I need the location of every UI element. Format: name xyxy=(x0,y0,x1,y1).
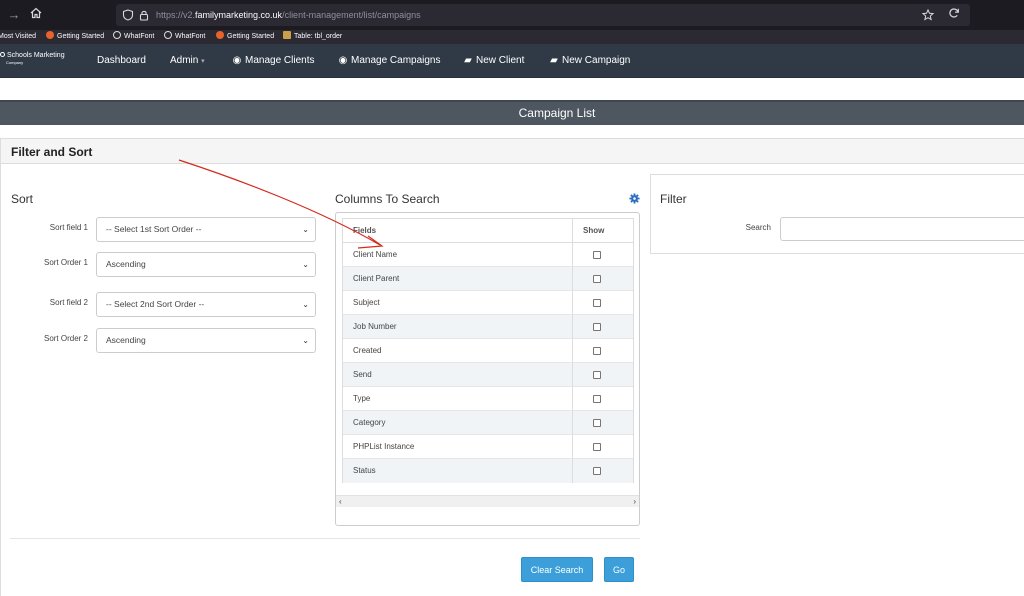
chevron-down-icon: ⌄ xyxy=(302,260,309,269)
field-name: Send xyxy=(342,362,573,387)
clear-search-button[interactable]: Clear Search xyxy=(521,557,593,582)
sort-order-1-select[interactable]: Ascending ⌄ xyxy=(96,252,316,277)
show-checkbox[interactable] xyxy=(593,322,601,331)
bookmark-whatfont-2[interactable]: WhatFont xyxy=(164,30,205,44)
show-checkbox[interactable] xyxy=(593,467,601,476)
nav-new-campaign[interactable]: ▰ New Campaign xyxy=(549,44,630,78)
search-label: Search xyxy=(745,223,771,232)
app-navbar: Schools Marketing Company Dashboard Admi… xyxy=(0,44,1024,78)
search-input[interactable] xyxy=(780,217,1024,241)
page-header-bar: Campaign List xyxy=(0,100,1024,125)
nav-manage-campaigns[interactable]: ◉ Manage Campaigns xyxy=(338,44,441,78)
show-checkbox[interactable] xyxy=(593,274,601,283)
go-button[interactable]: Go xyxy=(604,557,634,582)
filter-panel xyxy=(650,174,1024,254)
reload-icon[interactable] xyxy=(946,7,962,23)
url-text: https://v2.familymarketing.co.uk/client-… xyxy=(156,10,421,20)
lock-icon[interactable] xyxy=(138,8,152,22)
field-name: Subject xyxy=(342,290,573,315)
chevron-down-icon: ⌄ xyxy=(302,336,309,345)
horizontal-scrollbar[interactable]: ‹ › xyxy=(336,495,639,507)
browser-toolbar: → https://v2.familymarketing.co.uk/clien… xyxy=(0,0,1024,30)
firefox-icon xyxy=(46,31,54,39)
sort-order-1-label: Sort Order 1 xyxy=(43,258,88,267)
show-checkbox[interactable] xyxy=(593,370,601,379)
caret-down-icon: ▾ xyxy=(201,58,205,65)
nav-dashboard[interactable]: Dashboard xyxy=(97,44,146,78)
bookmark-whatfont[interactable]: WhatFont xyxy=(113,30,154,44)
field-name: Created xyxy=(342,338,573,363)
folder-open-icon: ▰ xyxy=(550,55,558,66)
globe-icon xyxy=(113,31,121,39)
table-row: Created xyxy=(342,338,634,363)
filter-section-title: Filter xyxy=(660,192,687,206)
field-name: Client Name xyxy=(342,242,573,267)
show-checkbox[interactable] xyxy=(593,442,601,451)
user-circle-icon: ◉ xyxy=(338,55,348,66)
sort-field-1-label: Sort field 1 xyxy=(49,223,88,232)
gear-icon[interactable] xyxy=(629,193,640,204)
home-icon[interactable] xyxy=(28,7,44,23)
field-name: PHPList Instance xyxy=(342,434,573,459)
table-row: Client Name xyxy=(342,242,634,267)
table-row: Subject xyxy=(342,290,634,315)
globe-icon xyxy=(164,31,172,39)
field-name: Job Number xyxy=(342,314,573,339)
brand-logo[interactable]: Schools Marketing Company xyxy=(0,52,65,65)
show-checkbox[interactable] xyxy=(593,418,601,427)
bookmark-most-visited[interactable]: Most Visited xyxy=(0,30,36,44)
logo-icon xyxy=(0,52,5,57)
bookmark-star-icon[interactable] xyxy=(921,8,936,22)
table-row: Client Parent xyxy=(342,266,634,291)
sort-field-1-select[interactable]: -- Select 1st Sort Order -- ⌄ xyxy=(96,217,316,242)
firefox-icon xyxy=(216,31,224,39)
sort-field-2-select[interactable]: -- Select 2nd Sort Order -- ⌄ xyxy=(96,292,316,317)
chevron-down-icon: ⌄ xyxy=(302,300,309,309)
chevron-down-icon: ⌄ xyxy=(302,225,309,234)
show-checkbox[interactable] xyxy=(593,250,601,259)
bookmarks-bar: Most Visited Getting Started WhatFont Wh… xyxy=(0,30,1024,44)
folder-open-icon: ▰ xyxy=(464,55,472,66)
bookmark-getting-started-2[interactable]: Getting Started xyxy=(216,30,274,44)
user-circle-icon: ◉ xyxy=(232,55,242,66)
table-row: Status xyxy=(342,458,634,483)
field-name: Client Parent xyxy=(342,266,573,291)
nav-manage-clients[interactable]: ◉ Manage Clients xyxy=(232,44,315,78)
forward-icon[interactable]: → xyxy=(6,7,22,23)
address-bar[interactable]: https://v2.familymarketing.co.uk/client-… xyxy=(116,4,970,26)
field-name: Type xyxy=(342,386,573,411)
show-header: Show xyxy=(572,218,634,243)
scroll-right-icon[interactable]: › xyxy=(633,496,636,508)
sort-order-2-select[interactable]: Ascending ⌄ xyxy=(96,328,316,353)
table-header-row: Fields Show xyxy=(342,218,634,243)
filter-sort-panel-heading: Filter and Sort xyxy=(0,138,1024,164)
table-icon xyxy=(283,31,291,39)
show-checkbox[interactable] xyxy=(593,394,601,403)
fields-header: Fields xyxy=(342,218,573,243)
divider xyxy=(10,538,640,539)
sort-order-2-label: Sort Order 2 xyxy=(43,334,88,343)
bookmark-getting-started[interactable]: Getting Started xyxy=(46,30,104,44)
columns-table: Fields Show Client Name Client Parent Su… xyxy=(342,218,634,483)
bookmark-table-tbl-order[interactable]: Table: tbl_order xyxy=(283,30,342,44)
table-row: Send xyxy=(342,362,634,387)
table-row: Category xyxy=(342,410,634,435)
field-name: Status xyxy=(342,458,573,483)
sort-field-2-label: Sort field 2 xyxy=(49,298,88,307)
shield-icon[interactable] xyxy=(122,8,136,22)
page-title: Campaign List xyxy=(518,106,596,120)
sort-section-title: Sort xyxy=(11,192,34,206)
show-checkbox[interactable] xyxy=(593,346,601,355)
nav-new-client[interactable]: ▰ New Client xyxy=(463,44,524,78)
scroll-left-icon[interactable]: ‹ xyxy=(339,496,342,508)
table-row: PHPList Instance xyxy=(342,434,634,459)
show-checkbox[interactable] xyxy=(593,298,601,307)
table-row: Job Number xyxy=(342,314,634,339)
field-name: Category xyxy=(342,410,573,435)
panel-title: Filter and Sort xyxy=(11,145,93,159)
nav-admin[interactable]: Admin ▾ xyxy=(170,44,205,78)
columns-section-title: Columns To Search xyxy=(335,192,440,206)
table-row: Type xyxy=(342,386,634,411)
